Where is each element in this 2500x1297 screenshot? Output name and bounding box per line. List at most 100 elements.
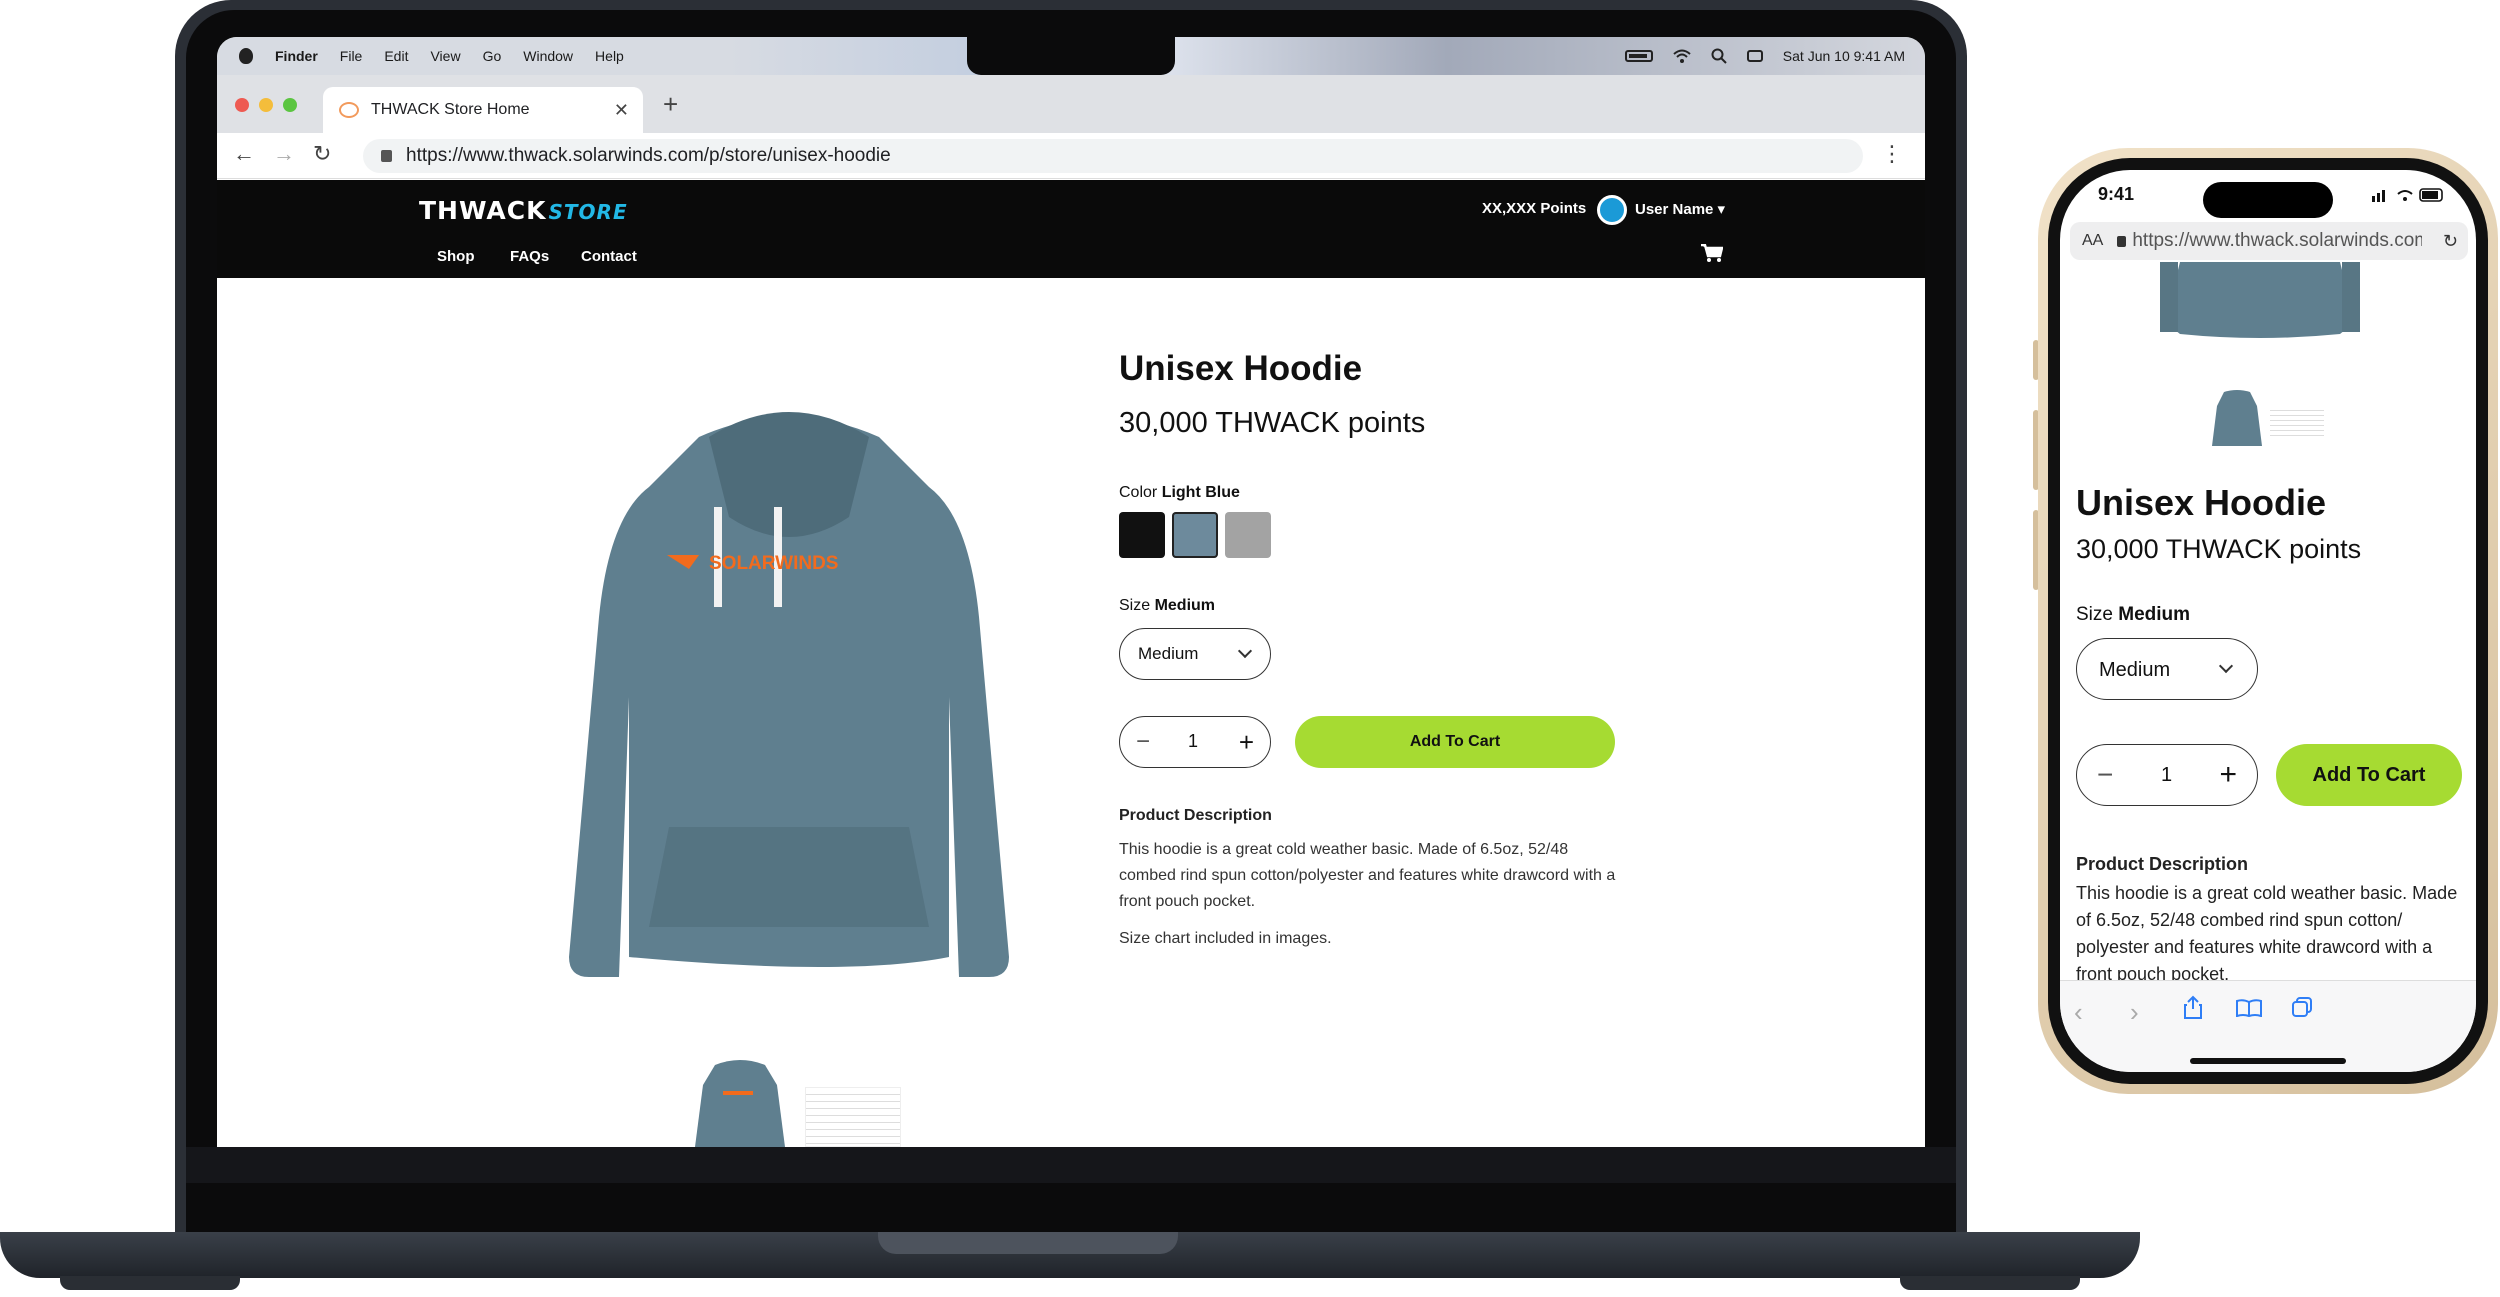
lock-icon	[2117, 235, 2127, 247]
quantity-value[interactable]: 1	[1188, 731, 1198, 752]
selected-color-value: Light Blue	[1161, 484, 1240, 501]
laptop-foot	[1900, 1276, 2080, 1290]
phone-thumbnail-size-chart[interactable]	[2270, 406, 2324, 438]
menu-go[interactable]: Go	[483, 48, 502, 64]
dynamic-island	[2203, 182, 2333, 218]
description-body: This hoodie is a great cold weather basi…	[1119, 841, 1616, 910]
increment-icon[interactable]: +	[2219, 758, 2237, 792]
menu-help[interactable]: Help	[595, 48, 624, 64]
description-heading: Product Description	[1119, 807, 1272, 824]
thumbnail-size-chart[interactable]	[805, 1087, 901, 1147]
wifi-icon[interactable]	[1673, 49, 1691, 63]
selected-size-value: Medium	[1154, 597, 1216, 614]
mockup-stage: Finder File Edit View Go Window Help Sat…	[0, 0, 2500, 1297]
bookmarks-icon[interactable]	[2236, 999, 2262, 1017]
increment-icon[interactable]: +	[1239, 727, 1254, 758]
product-price: 30,000 THWACK points	[1119, 407, 1426, 439]
hoodie-logo-text: SOLARWINDS	[709, 553, 838, 574]
phone-selected-size: Medium	[2118, 604, 2191, 625]
user-menu[interactable]: User Name ▾	[1635, 200, 1725, 218]
size-label: Size Medium	[1119, 597, 1215, 615]
close-tab-icon[interactable]: ✕	[614, 100, 629, 121]
decrement-icon[interactable]: −	[2097, 759, 2113, 791]
nav-faqs[interactable]: FAQs	[510, 248, 549, 265]
logo-main-text: THWACK	[419, 196, 547, 225]
phone-quantity-value[interactable]: 1	[2161, 764, 2172, 787]
new-tab-icon[interactable]: +	[663, 89, 678, 120]
phone-url[interactable]: https://www.thwack.solarwinds.com/p/stor…	[2132, 230, 2422, 252]
menu-bar-extras: Sat Jun 10 9:41 AM	[1624, 37, 1925, 75]
size-label-text: Size	[1119, 597, 1151, 614]
tabs-icon[interactable]	[2292, 997, 2312, 1017]
close-window-icon[interactable]	[235, 98, 249, 112]
quantity-stepper: − 1 +	[1119, 716, 1271, 768]
phone-add-to-cart-button[interactable]: Add To Cart	[2276, 744, 2462, 806]
menu-view[interactable]: View	[430, 48, 460, 64]
menu-edit[interactable]: Edit	[384, 48, 408, 64]
phone-size-select-value: Medium	[2099, 659, 2171, 681]
menu-file[interactable]: File	[340, 48, 363, 64]
forward-icon[interactable]: →	[273, 141, 295, 167]
back-icon[interactable]: ‹	[2074, 997, 2083, 1028]
decrement-icon[interactable]: −	[1136, 728, 1150, 756]
share-icon[interactable]	[2184, 995, 2202, 1019]
zoom-window-icon[interactable]	[283, 98, 297, 112]
reload-icon[interactable]: ↻	[2443, 231, 2458, 252]
swatch-gray[interactable]	[1225, 512, 1271, 558]
user-avatar[interactable]	[1597, 195, 1627, 225]
swatch-black[interactable]	[1119, 512, 1165, 558]
favicon-icon	[339, 102, 359, 118]
thumbnail-hoodie[interactable]	[693, 1055, 787, 1147]
product-title: Unisex Hoodie	[1119, 349, 1363, 388]
menu-clock[interactable]: Sat Jun 10 9:41 AM	[1783, 48, 1905, 64]
camera-notch	[967, 37, 1175, 75]
apple-icon[interactable]	[239, 48, 253, 64]
lock-icon[interactable]	[381, 150, 392, 162]
minimize-window-icon[interactable]	[259, 98, 273, 112]
home-indicator	[2190, 1058, 2346, 1064]
size-select[interactable]: Medium	[1119, 628, 1271, 680]
reload-icon[interactable]: ↻	[313, 141, 331, 167]
phone-thumbnail-hoodie[interactable]	[2212, 388, 2262, 446]
control-center-icon[interactable]	[1746, 50, 1763, 62]
site-header: THWACK STORE XX,XXX Points User Name ▾ Sh…	[217, 180, 1925, 278]
battery-icon[interactable]	[1624, 50, 1653, 62]
color-label-text: Color	[1119, 484, 1158, 501]
add-to-cart-button[interactable]: Add To Cart	[1295, 716, 1615, 768]
phone-product-image[interactable]	[2140, 262, 2380, 342]
address-url[interactable]: https://www.thwack.solarwinds.com/p/stor…	[406, 145, 891, 167]
address-bar[interactable]: https://www.thwack.solarwinds.com/p/stor…	[363, 139, 1863, 173]
points-balance: XX,XXX Points	[1482, 200, 1587, 217]
back-icon[interactable]: ←	[233, 141, 255, 167]
tab-title: THWACK Store Home	[371, 101, 530, 118]
phone-size-label-text: Size	[2076, 604, 2113, 625]
laptop-base-notch	[878, 1232, 1178, 1254]
phone-product-title: Unisex Hoodie	[2076, 482, 2327, 523]
phone-address-bar[interactable]: AA https://www.thwack.solarwinds.com/p/s…	[2070, 222, 2468, 260]
reader-aa-icon[interactable]: AA	[2082, 232, 2103, 250]
product-image[interactable]: SOLARWINDS	[549, 397, 1029, 1017]
cart-icon[interactable]	[1701, 244, 1723, 262]
phone-size-select[interactable]: Medium	[2076, 638, 2258, 700]
browser-menu-icon[interactable]: ⋮	[1881, 141, 1903, 167]
laptop-chin	[186, 1147, 1956, 1183]
spotlight-search-icon[interactable]	[1711, 48, 1727, 64]
forward-icon[interactable]: ›	[2130, 997, 2139, 1028]
nav-contact[interactable]: Contact	[581, 248, 637, 265]
thwack-store-logo[interactable]: THWACK STORE	[419, 196, 628, 225]
phone-status-icons	[2372, 188, 2443, 202]
phone-time: 9:41	[2098, 184, 2135, 204]
laptop-foot	[60, 1276, 240, 1290]
description-note: Size chart included in images.	[1119, 930, 1332, 947]
menu-finder[interactable]: Finder	[275, 48, 318, 64]
user-name-label: User Name	[1635, 201, 1714, 218]
size-select-value: Medium	[1138, 644, 1199, 663]
browser-tab[interactable]: THWACK Store Home ✕	[323, 87, 643, 133]
nav-shop[interactable]: Shop	[437, 248, 475, 265]
laptop-screen: Finder File Edit View Go Window Help Sat…	[217, 37, 1925, 1147]
swatch-light-blue[interactable]	[1172, 512, 1218, 558]
phone-description-body: This hoodie is a great cold weather basi…	[2076, 883, 2458, 984]
hoodie-image: SOLARWINDS	[569, 412, 1009, 977]
phone-quantity-stepper: − 1 +	[2076, 744, 2258, 806]
menu-window[interactable]: Window	[523, 48, 573, 64]
